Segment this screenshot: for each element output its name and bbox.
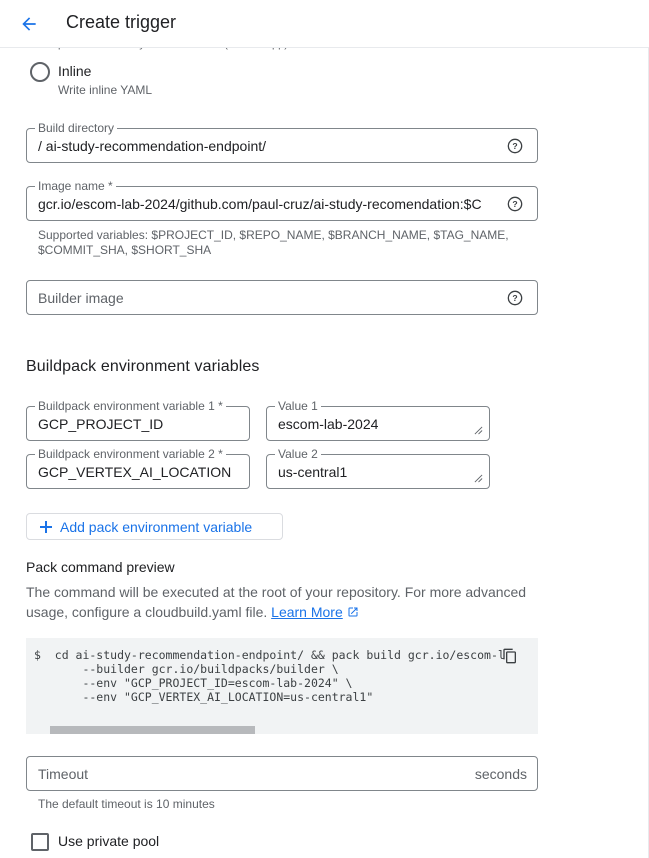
learn-more-link[interactable]: Learn More xyxy=(271,604,343,620)
help-icon[interactable]: ? xyxy=(507,138,523,154)
env-var-name-field[interactable]: Buildpack environment variable 1 * GCP_P… xyxy=(26,399,250,441)
image-name-hint-2: $COMMIT_SHA, $SHORT_SHA xyxy=(38,243,212,257)
env-var-name-label: Buildpack environment variable 2 * xyxy=(35,447,226,461)
env-var-value-label: Value 2 xyxy=(275,447,321,461)
env-var-value-field[interactable]: Value 2 us-central1 xyxy=(266,447,490,489)
timeout-field[interactable]: Timeout seconds xyxy=(26,756,538,791)
env-var-name-value: GCP_VERTEX_AI_LOCATION xyxy=(38,463,232,480)
svg-text:?: ? xyxy=(512,293,517,303)
image-name-label: Image name * xyxy=(35,179,116,193)
build-directory-field[interactable]: Build directory / ai-study-recommendatio… xyxy=(26,121,538,163)
image-name-hint-1: Supported variables: $PROJECT_ID, $REPO_… xyxy=(38,228,509,242)
env-var-value-value: us-central1 xyxy=(278,463,348,480)
timeout-placeholder: Timeout xyxy=(38,765,89,782)
use-private-pool-label: Use private pool xyxy=(58,833,160,849)
env-var-name-value: GCP_PROJECT_ID xyxy=(38,415,164,432)
builder-image-placeholder: Builder image xyxy=(38,289,124,306)
resize-handle-icon[interactable] xyxy=(474,474,483,483)
builder-image-field[interactable]: Builder image ? xyxy=(26,280,538,315)
buildpack-section-title: Buildpack environment variables xyxy=(26,358,260,375)
help-icon[interactable]: ? xyxy=(507,196,523,212)
env-var-value-value: escom-lab-2024 xyxy=(278,415,379,432)
resize-handle-icon[interactable] xyxy=(474,426,483,435)
pack-preview-description: The command will be executed at the root… xyxy=(26,582,546,622)
env-var-value-label: Value 1 xyxy=(275,399,321,413)
image-name-field[interactable]: Image name * gcr.io/escom-lab-2024/githu… xyxy=(26,179,538,221)
pack-preview-desc-line-1: The command will be executed at the root… xyxy=(26,584,527,600)
env-var-value-field[interactable]: Value 1 escom-lab-2024 xyxy=(266,399,490,441)
pack-preview-desc-line-2: usage, configure a cloudbuild.yaml file.… xyxy=(26,602,546,622)
back-button[interactable] xyxy=(14,10,44,38)
inline-radio[interactable] xyxy=(30,62,50,82)
env-var-name-label: Buildpack environment variable 1 * xyxy=(35,399,226,413)
page-header: Create trigger xyxy=(0,0,649,48)
pack-preview-title: Pack command preview xyxy=(26,559,175,575)
use-private-pool-checkbox[interactable] xyxy=(31,833,49,851)
build-directory-value: / ai-study-recommendation-endpoint/ xyxy=(38,137,267,154)
timeout-suffix: seconds xyxy=(474,765,527,782)
plus-icon xyxy=(40,520,52,533)
pack-command-code-block: $ cd ai-study-recommendation-endpoint/ &… xyxy=(26,638,538,734)
add-pack-env-variable-label: Add pack environment variable xyxy=(60,518,253,535)
copy-icon[interactable] xyxy=(502,648,518,664)
add-pack-env-variable-button[interactable]: Add pack environment variable xyxy=(26,513,283,540)
arrow-back-icon xyxy=(22,17,36,31)
inline-radio-label: Inline xyxy=(58,63,92,79)
learn-more-label: Learn More xyxy=(271,604,343,620)
env-var-name-field[interactable]: Buildpack environment variable 2 * GCP_V… xyxy=(26,447,250,489)
help-icon[interactable]: ? xyxy=(507,290,523,306)
timeout-hint: The default timeout is 10 minutes xyxy=(38,797,215,811)
svg-text:?: ? xyxy=(512,141,517,151)
page-title: Create trigger xyxy=(66,12,177,32)
open-in-new-icon xyxy=(348,607,358,617)
pack-command-text: $ cd ai-study-recommendation-endpoint/ &… xyxy=(34,648,504,704)
inline-radio-description: Write inline YAML xyxy=(58,83,153,97)
build-directory-label: Build directory xyxy=(35,121,118,135)
image-name-value: gcr.io/escom-lab-2024/github.com/paul-cr… xyxy=(38,195,482,212)
code-horizontal-scrollbar[interactable] xyxy=(50,726,255,734)
svg-text:?: ? xyxy=(512,199,517,209)
pack-preview-desc-text: usage, configure a cloudbuild.yaml file. xyxy=(26,604,268,620)
